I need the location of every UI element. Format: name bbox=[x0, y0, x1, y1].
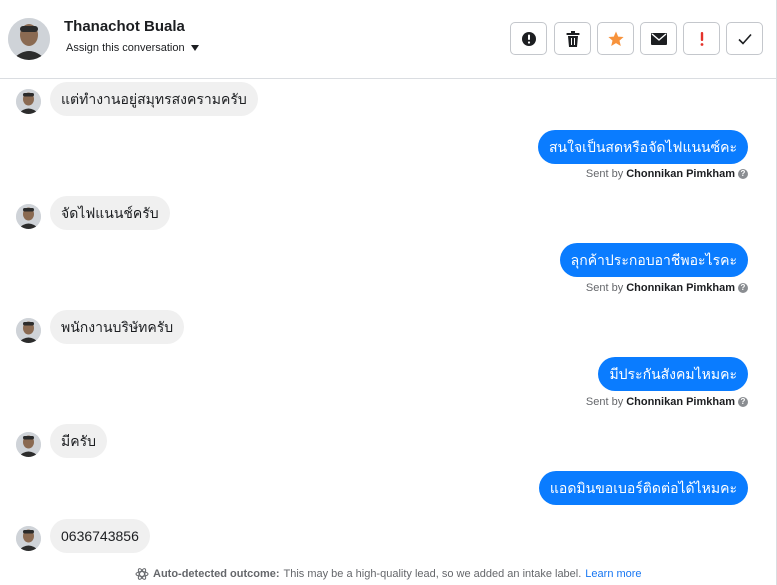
message-bubble[interactable]: 0636743856 bbox=[50, 519, 150, 553]
help-icon[interactable]: ? bbox=[738, 283, 748, 293]
spam-report-button[interactable] bbox=[510, 22, 547, 55]
contact-avatar[interactable] bbox=[8, 18, 50, 60]
mark-unread-button[interactable] bbox=[640, 22, 677, 55]
envelope-icon bbox=[650, 32, 667, 45]
learn-more-link[interactable]: Learn more bbox=[585, 568, 641, 580]
outcome-text: This may be a high-quality lead, so we a… bbox=[283, 568, 582, 580]
sender-name: Chonnikan Pimkham bbox=[626, 282, 735, 294]
outcome-label: Auto-detected outcome: bbox=[153, 568, 280, 580]
message-bubble[interactable]: แต่ทำงานอยู่สมุทรสงครามครับ bbox=[50, 82, 258, 116]
follow-up-button[interactable] bbox=[683, 22, 720, 55]
sent-by-label: Sent by Chonnikan Pimkham ? bbox=[586, 396, 748, 408]
sender-avatar bbox=[16, 89, 41, 114]
assign-label: Assign this conversation bbox=[66, 42, 185, 54]
message-bubble[interactable]: มีครับ bbox=[50, 424, 107, 458]
auto-detected-outcome-note: Auto-detected outcome: This may be a hig… bbox=[135, 567, 642, 581]
sender-avatar bbox=[16, 318, 41, 343]
sender-avatar bbox=[16, 526, 41, 551]
atom-icon bbox=[135, 568, 149, 580]
message-bubble[interactable]: พนักงานบริษัทครับ bbox=[50, 310, 185, 344]
message-bubble[interactable]: แอดมินขอเบอร์ติดต่อได้ไหมคะ bbox=[538, 471, 748, 505]
star-button[interactable] bbox=[597, 22, 634, 55]
sender-avatar bbox=[16, 204, 41, 229]
sent-by-label: Sent by Chonnikan Pimkham ? bbox=[586, 282, 748, 294]
message-bubble[interactable]: สนใจเป็นสดหรือจัดไฟแนนซ์คะ bbox=[538, 130, 748, 164]
help-icon[interactable]: ? bbox=[738, 397, 748, 407]
sender-name: Chonnikan Pimkham bbox=[626, 396, 735, 408]
alert-circle-icon bbox=[521, 31, 536, 46]
message-bubble[interactable]: มีประกันสังคมไหมคะ bbox=[598, 357, 748, 391]
delete-button[interactable] bbox=[554, 22, 591, 55]
trash-icon bbox=[566, 30, 579, 47]
conversation-header: Thanachot Buala Assign this conversation bbox=[0, 0, 777, 79]
sender-avatar bbox=[16, 432, 41, 457]
star-icon bbox=[607, 31, 624, 46]
message-bubble[interactable]: จัดไฟแนนช์ครับ bbox=[50, 196, 170, 230]
checkmark-icon bbox=[737, 33, 752, 45]
contact-name: Thanachot Buala bbox=[64, 18, 185, 35]
assign-conversation-dropdown[interactable]: Assign this conversation bbox=[66, 42, 199, 54]
sent-by-label: Sent by Chonnikan Pimkham ? bbox=[586, 168, 748, 180]
mark-done-button[interactable] bbox=[726, 22, 763, 55]
help-icon[interactable]: ? bbox=[738, 169, 748, 179]
message-bubble[interactable]: ลุกค้าประกอบอาชีพอะไรคะ bbox=[559, 243, 748, 277]
sender-name: Chonnikan Pimkham bbox=[626, 168, 735, 180]
caret-down-icon bbox=[190, 45, 199, 51]
exclamation-icon bbox=[700, 31, 703, 46]
